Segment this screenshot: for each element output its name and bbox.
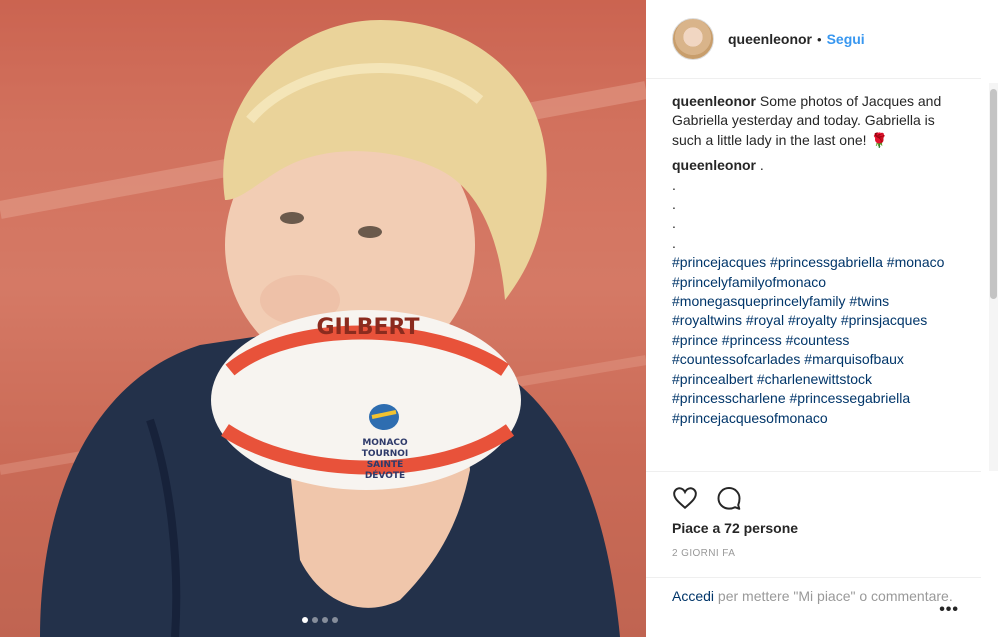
comment-username[interactable]: queenleonor xyxy=(672,157,756,173)
carousel-indicator xyxy=(302,617,338,623)
post-header: queenleonor • Segui xyxy=(646,0,981,79)
post-actions: Piace a 72 persone 2 GIORNI FA xyxy=(646,471,981,559)
comments-scrollbar[interactable] xyxy=(989,83,998,471)
post-timestamp[interactable]: 2 GIORNI FA xyxy=(646,548,981,559)
ball-text-2: TOURNOI xyxy=(362,449,409,459)
avatar[interactable] xyxy=(672,18,714,60)
header-username[interactable]: queenleonor xyxy=(728,31,812,47)
carousel-dot[interactable] xyxy=(332,617,338,623)
ball-text-3: SAINTE xyxy=(367,460,404,470)
more-options-icon[interactable]: ••• xyxy=(939,600,959,619)
carousel-dot[interactable] xyxy=(322,617,328,623)
dot-line: . xyxy=(672,234,676,251)
scrollbar-thumb[interactable] xyxy=(990,89,997,299)
dot-line: . xyxy=(672,176,676,193)
ball-text-1: MONACO xyxy=(362,438,408,448)
comment-text: . xyxy=(756,157,764,174)
login-prompt-text: per mettere "Mi piace" o commentare. xyxy=(714,588,953,604)
login-link[interactable]: Accedi xyxy=(672,588,714,604)
second-comment: queenleonor . . . . . #princejacques #pr… xyxy=(672,156,962,428)
dot-line: . xyxy=(672,196,676,213)
follow-button[interactable]: Segui xyxy=(827,31,865,47)
post-side-panel: queenleonor • Segui queenleonor Some pho… xyxy=(646,0,1000,637)
login-prompt: Accedi per mettere "Mi piace" o commenta… xyxy=(646,577,981,618)
post-photo[interactable]: GILBERT MONACO TOURNOI SAINTE DÉVOTE xyxy=(0,0,646,637)
heart-icon[interactable] xyxy=(672,485,698,511)
ball-brand-text: GILBERT xyxy=(316,315,419,340)
hashtags[interactable]: #princejacques #princessgabriella #monac… xyxy=(672,253,962,428)
caption-comment: queenleonor Some photos of Jacques and G… xyxy=(672,92,962,150)
comment-icon[interactable] xyxy=(716,485,742,511)
carousel-dot[interactable] xyxy=(312,617,318,623)
carousel-dot[interactable] xyxy=(302,617,308,623)
dot-line: . xyxy=(672,215,676,232)
comments-list[interactable]: queenleonor Some photos of Jacques and G… xyxy=(672,92,962,470)
header-separator: • xyxy=(817,31,822,47)
caption-username[interactable]: queenleonor xyxy=(672,93,756,109)
photo-illustration: GILBERT MONACO TOURNOI SAINTE DÉVOTE xyxy=(0,0,646,637)
ball-text-4: DÉVOTE xyxy=(365,469,405,481)
likes-count[interactable]: Piace a 72 persone xyxy=(646,520,981,536)
action-icons xyxy=(646,472,981,520)
